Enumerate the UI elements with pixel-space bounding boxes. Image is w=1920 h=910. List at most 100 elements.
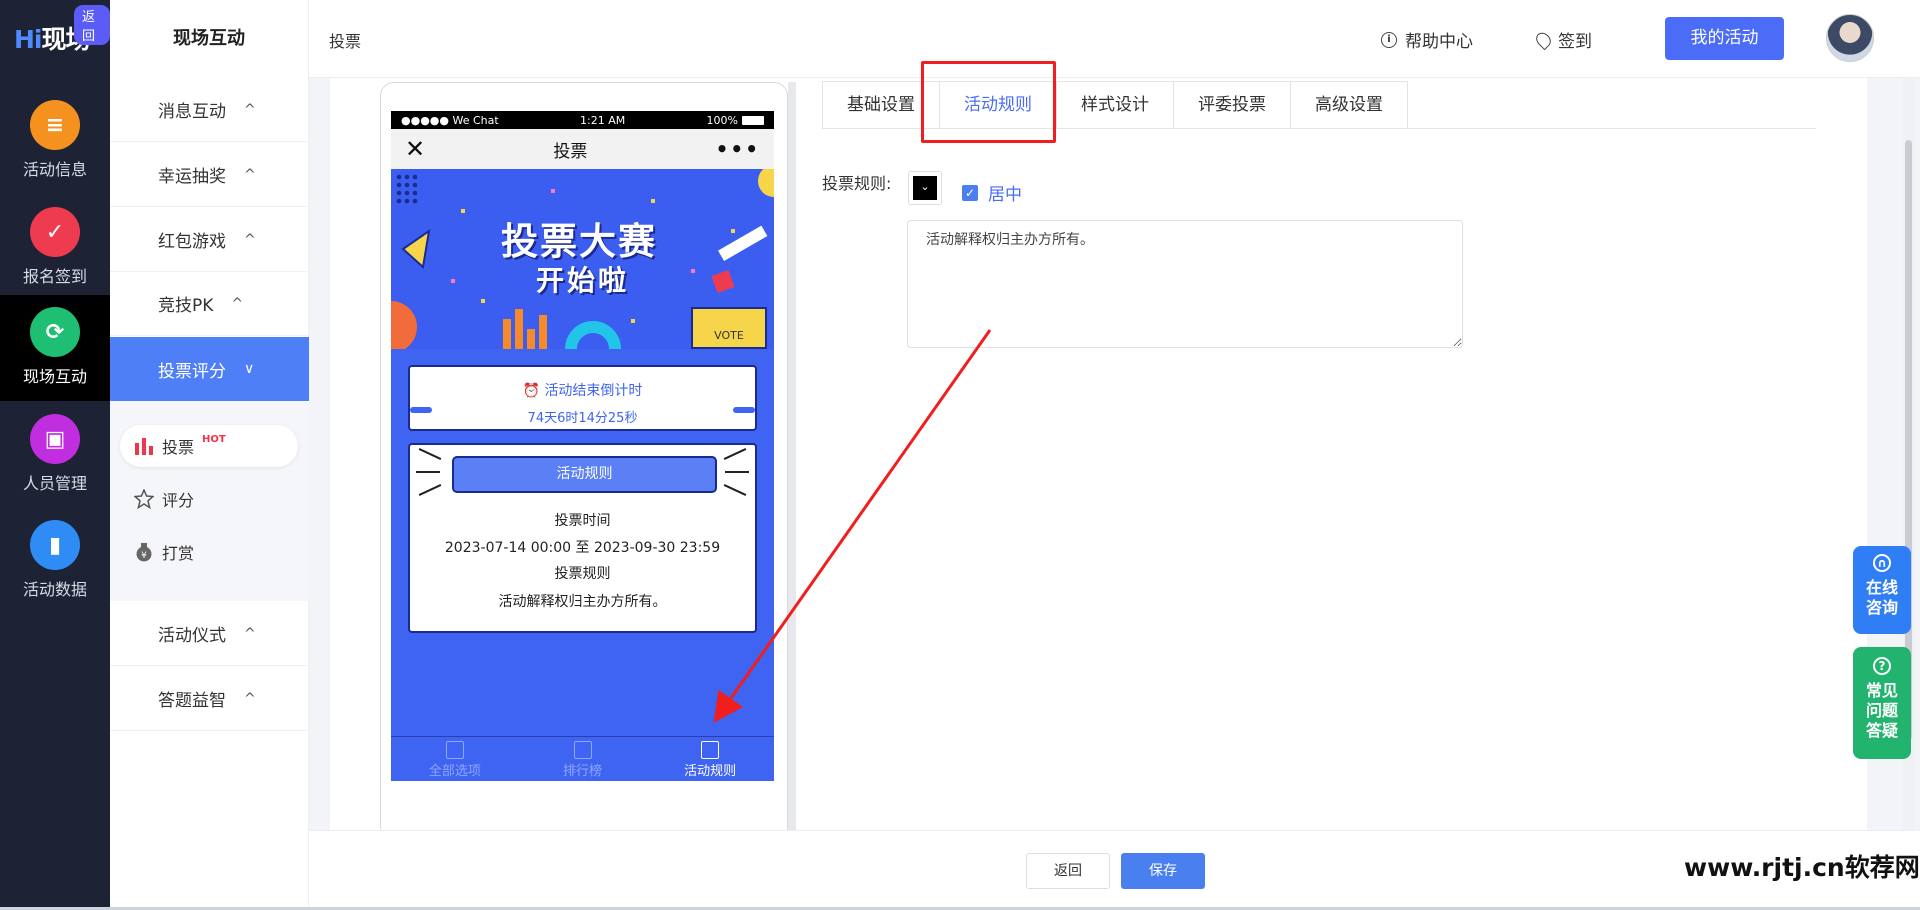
chevron-down-icon: ⌄ (913, 176, 937, 200)
rule-textarea[interactable]: 活动解释权归主办方所有。 (907, 220, 1463, 348)
rules-card: 活动规则 投票时间 2023-07-14 00:00 至 2023-09-30 … (408, 443, 757, 633)
star-icon (134, 489, 154, 509)
return-badge[interactable]: 返回 (74, 5, 110, 45)
menu-message-interaction[interactable]: 消息互动 ^ (110, 78, 309, 142)
chevron-up-icon: ^ (231, 295, 244, 312)
menu-ceremony[interactable]: 活动仪式 ^ (110, 602, 309, 666)
back-button[interactable]: 返回 (1026, 853, 1110, 889)
rail-item-label: 现场互动 (22, 367, 87, 386)
person-card-icon: ▣ (30, 414, 80, 464)
submenu-label: 打赏 (162, 544, 195, 563)
decor-pill (410, 407, 432, 413)
tab-judge-vote[interactable]: 评委投票 (1174, 82, 1291, 128)
sidebar-title: 现场互动 (173, 28, 245, 49)
avatar[interactable] (1826, 14, 1874, 62)
chevron-up-icon: ^ (244, 625, 256, 642)
menu-vote-score[interactable]: 投票评分 ∨ (110, 337, 309, 401)
bar-chart-icon (135, 438, 153, 455)
submenu-item-vote[interactable]: 投票 HOT (120, 425, 298, 467)
help-center-link[interactable]: i 帮助中心 (1381, 27, 1473, 52)
menu-pk[interactable]: 竞技PK ^ (110, 272, 309, 336)
close-icon[interactable]: ✕ (405, 135, 425, 163)
menu-lucky-draw[interactable]: 幸运抽奖 ^ (110, 143, 309, 207)
menu-label: 红包游戏 (158, 232, 226, 252)
submenu-item-reward[interactable]: ¥ 打赏 (120, 531, 298, 573)
decor-ray (416, 471, 440, 473)
breadcrumb: 投票 (329, 32, 362, 51)
interaction-icon: ⟳ (30, 307, 80, 357)
center-label: 居中 (988, 185, 1022, 205)
menu-red-packet[interactable]: 红包游戏 ^ (110, 208, 309, 272)
countdown-title: ⏰ 活动结束倒计时 (522, 383, 643, 399)
submenu-item-score[interactable]: 评分 (120, 478, 298, 520)
rail-item-activity-info[interactable]: ≡ 活动信息 (0, 88, 110, 194)
highlight-box (921, 61, 1056, 143)
phone-tab-bar: 全部选项 排行榜 活动规则 (391, 736, 774, 781)
help-center-label: 帮助中心 (1405, 32, 1473, 52)
chevron-up-icon: ^ (244, 166, 256, 183)
app-rail: Hi现场 返回 ≡ 活动信息 ✓ 报名签到 ⟳ 现场互动 ▣ 人员管理 ▮ 活动… (0, 0, 110, 910)
banner-subtitle: 开始啦 (536, 264, 630, 297)
tab-label: 活动规则 (684, 764, 737, 779)
rules-title-button[interactable]: 活动规则 (452, 456, 717, 493)
rail-item-label: 活动信息 (22, 160, 87, 179)
battery-icon (742, 116, 764, 125)
submenu-label: 评分 (162, 491, 195, 510)
chevron-down-icon: ∨ (244, 361, 255, 377)
vote-banner: 投票大赛 开始啦 VOTE (391, 169, 774, 349)
rail-item-label: 人员管理 (22, 474, 87, 493)
secondary-sidebar: 现场互动 消息互动 ^ 幸运抽奖 ^ 红包游戏 ^ 竞技PK ^ 投票评分 ∨ 投票 HO… (110, 0, 309, 910)
checkin-link[interactable]: 签到 (1533, 27, 1592, 52)
tab-advanced-settings[interactable]: 高级设置 (1291, 82, 1407, 128)
rail-item-data[interactable]: ▮ 活动数据 (0, 508, 110, 614)
svg-text:¥: ¥ (141, 551, 147, 561)
phone-tab-ranking[interactable]: 排行榜 (519, 737, 647, 781)
phone-page-title: 投票 (553, 141, 588, 162)
banner-title: 投票大赛 (501, 220, 657, 263)
my-activity-button[interactable]: 我的活动 (1665, 17, 1784, 60)
more-icon[interactable]: ••• (716, 137, 760, 161)
decor-ray (418, 448, 442, 460)
rule-label: 投票规则: (822, 174, 892, 193)
save-button[interactable]: 保存 (1121, 853, 1205, 889)
vote-rules-text: 活动解释权归主办方所有。 (498, 594, 667, 610)
rail-item-label: 报名签到 (22, 267, 87, 286)
question-icon: ? (1873, 657, 1891, 675)
tab-label: 全部选项 (428, 764, 481, 779)
tab-style-design[interactable]: 样式设计 (1057, 82, 1174, 128)
float-label: 常见问题答疑 (1865, 681, 1898, 740)
top-bar: 投票 i 帮助中心 签到 我的活动 (309, 0, 1920, 78)
online-consult-button[interactable]: ∩ 在线咨询 (1853, 546, 1911, 634)
rail-item-people[interactable]: ▣ 人员管理 (0, 402, 110, 508)
menu-label: 答题益智 (158, 691, 226, 711)
podium-icon (573, 741, 592, 759)
chevron-up-icon: ^ (244, 101, 256, 118)
rail-item-signup[interactable]: ✓ 报名签到 (0, 195, 110, 301)
phone-tab-rules[interactable]: 活动规则 (646, 737, 774, 781)
decor-ray (723, 484, 747, 496)
faq-button[interactable]: ? 常见问题答疑 (1853, 647, 1911, 759)
submenu-label: 投票 (162, 438, 195, 457)
countdown-title-text: 活动结束倒计时 (544, 383, 643, 399)
menu-label: 竞技PK (158, 296, 214, 316)
tab-label: 排行榜 (563, 764, 603, 779)
location-pin-icon (1533, 29, 1554, 50)
calendar-check-icon: ✓ (30, 207, 80, 257)
menu-quiz[interactable]: 答题益智 ^ (110, 667, 309, 731)
vote-box-label: VOTE (691, 307, 767, 349)
rail-item-label: 活动数据 (22, 580, 87, 599)
phone-status-bar: ●●●●● We Chat 1:21 AM 100% (391, 111, 774, 129)
bar-chart-icon: ▮ (30, 520, 80, 570)
menu-label: 消息互动 (158, 102, 226, 122)
vote-rules-label: 投票规则 (554, 566, 611, 582)
document-icon: ≡ (30, 100, 80, 150)
chevron-up-icon: ^ (244, 231, 256, 248)
menu-label: 幸运抽奖 (158, 167, 226, 187)
text-color-picker[interactable]: ⌄ (908, 171, 942, 205)
countdown-card: ⏰ 活动结束倒计时 74天6时14分25秒 (408, 365, 757, 431)
decor-ray (418, 484, 442, 496)
phone-tab-all-options[interactable]: 全部选项 (391, 737, 519, 781)
rail-item-live-interaction[interactable]: ⟳ 现场互动 (0, 295, 110, 401)
center-checkbox[interactable]: ✓ 居中 (962, 180, 1022, 205)
preview-divider (788, 82, 796, 830)
